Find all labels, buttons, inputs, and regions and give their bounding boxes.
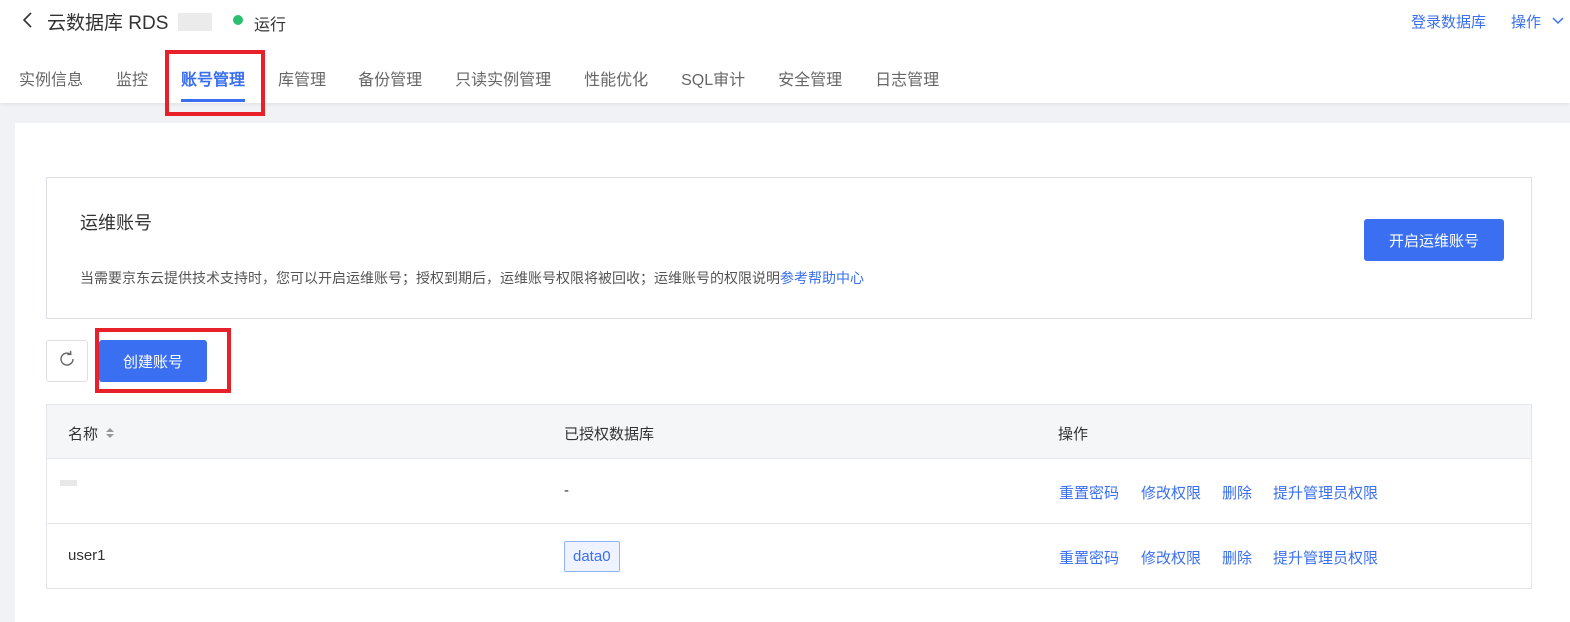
- reset-password-link[interactable]: 重置密码: [1059, 547, 1119, 568]
- table-row: user1 data0 重置密码 修改权限 删除 提升管理员权限: [47, 524, 1531, 589]
- ops-description-text: 当需要京东云提供技术支持时，您可以开启运维账号；授权到期后，运维账号权限将被回收…: [80, 270, 780, 286]
- account-name-redacted: [60, 480, 77, 486]
- instance-name-redacted: [178, 13, 212, 31]
- ops-account-description: 当需要京东云提供技术支持时，您可以开启运维账号；授权到期后，运维账号权限将被回收…: [80, 268, 864, 288]
- status-badge: 运行: [254, 17, 287, 34]
- authorized-db-cell: -: [564, 482, 569, 499]
- page-title: 云数据库 RDS: [47, 13, 169, 34]
- delete-link[interactable]: 删除: [1222, 482, 1252, 503]
- table-row: - 重置密码 修改权限 删除 提升管理员权限: [47, 459, 1531, 524]
- status-dot-icon: [233, 15, 243, 25]
- column-name-label: 名称: [68, 426, 99, 443]
- tab-monitoring[interactable]: 监控: [116, 66, 148, 103]
- tab-sql-audit[interactable]: SQL审计: [681, 66, 745, 103]
- enable-ops-account-button[interactable]: 开启运维账号: [1364, 219, 1504, 261]
- table-header: 名称 已授权数据库 操作: [47, 405, 1531, 459]
- column-header-name[interactable]: 名称: [68, 423, 116, 444]
- tab-instance-info[interactable]: 实例信息: [19, 66, 83, 103]
- tab-backup-management[interactable]: 备份管理: [358, 66, 422, 103]
- promote-admin-link[interactable]: 提升管理员权限: [1273, 482, 1378, 503]
- back-arrow-icon[interactable]: [18, 8, 38, 32]
- chevron-down-icon[interactable]: [1551, 13, 1565, 32]
- ops-account-title: 运维账号: [80, 213, 152, 233]
- ops-account-card: 运维账号 当需要京东云提供技术支持时，您可以开启运维账号；授权到期后，运维账号权…: [46, 177, 1532, 319]
- sort-icon[interactable]: [104, 426, 116, 444]
- tab-readonly-instance[interactable]: 只读实例管理: [455, 66, 551, 103]
- modify-permissions-link[interactable]: 修改权限: [1141, 482, 1201, 503]
- column-header-databases: 已授权数据库: [564, 426, 655, 443]
- tab-account-management[interactable]: 账号管理: [181, 66, 246, 103]
- account-name: user1: [68, 547, 106, 564]
- tab-logs[interactable]: 日志管理: [875, 66, 939, 103]
- instance-header: 云数据库 RDS 运行 登录数据库 操作 实例信息 监控 账号管理 库管理 备份…: [0, 0, 1570, 103]
- delete-link[interactable]: 删除: [1222, 547, 1252, 568]
- refresh-button[interactable]: [46, 340, 88, 382]
- accounts-table: 名称 已授权数据库 操作 - 重置密码 修改权限 删除 提升管理员权限 user…: [46, 404, 1532, 589]
- tab-performance[interactable]: 性能优化: [584, 66, 648, 103]
- authorized-db-tag: data0: [564, 541, 620, 572]
- column-header-actions: 操作: [1058, 426, 1089, 443]
- create-account-button[interactable]: 创建账号: [99, 340, 207, 382]
- operate-menu-link[interactable]: 操作: [1511, 11, 1541, 32]
- tab-security[interactable]: 安全管理: [778, 66, 842, 103]
- refresh-icon: [57, 349, 77, 374]
- promote-admin-link[interactable]: 提升管理员权限: [1273, 547, 1378, 568]
- tab-database-management[interactable]: 库管理: [278, 66, 326, 103]
- login-database-link[interactable]: 登录数据库: [1411, 11, 1486, 32]
- tab-bar: 实例信息 监控 账号管理 库管理 备份管理 只读实例管理 性能优化 SQL审计 …: [19, 66, 972, 103]
- reset-password-link[interactable]: 重置密码: [1059, 482, 1119, 503]
- modify-permissions-link[interactable]: 修改权限: [1141, 547, 1201, 568]
- help-center-link[interactable]: 参考帮助中心: [780, 270, 864, 286]
